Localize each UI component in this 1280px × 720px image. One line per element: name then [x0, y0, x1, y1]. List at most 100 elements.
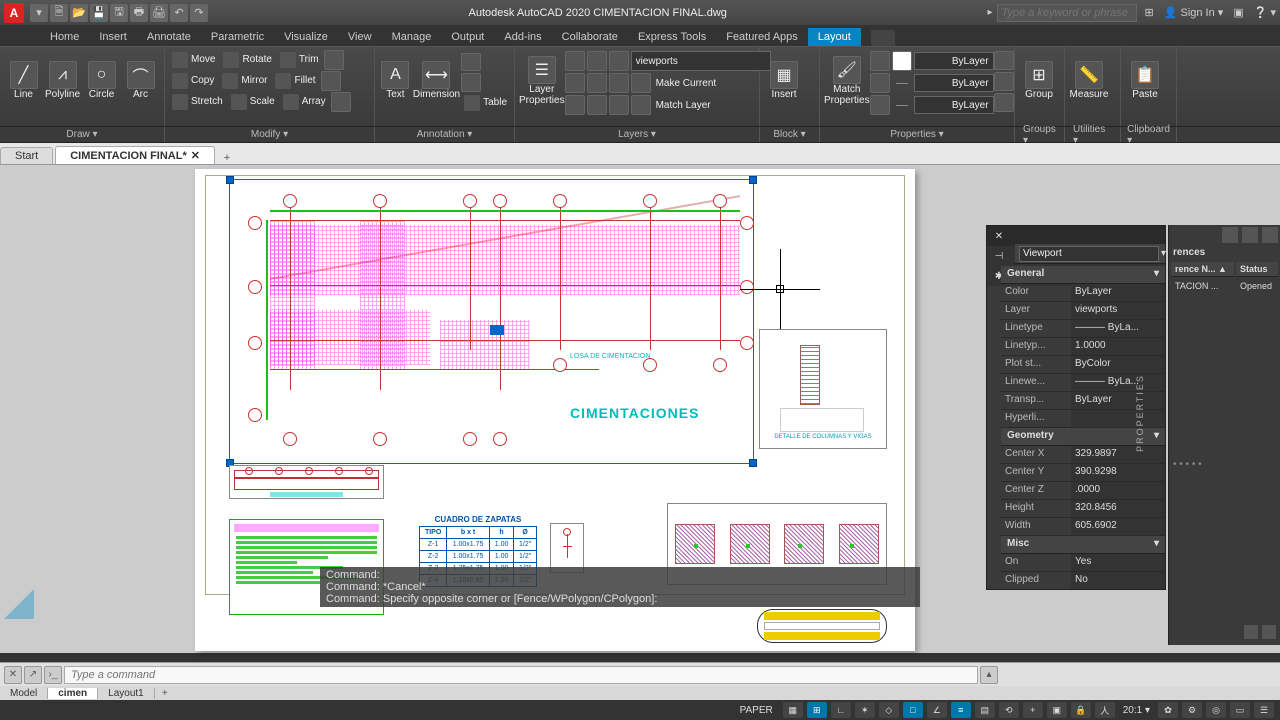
layer-lock-icon[interactable]: [609, 51, 629, 71]
otrack-toggle-icon[interactable]: ∠: [927, 702, 947, 718]
paste-button[interactable]: 📋Paste: [1125, 49, 1165, 112]
ortho-toggle-icon[interactable]: ∟: [831, 702, 851, 718]
add-layout-button[interactable]: +: [155, 688, 175, 699]
tab-view[interactable]: View: [338, 28, 382, 46]
cmd-recent-icon[interactable]: ↗: [24, 666, 42, 684]
new-icon[interactable]: 🗎: [50, 4, 68, 22]
tab-addins[interactable]: Add-ins: [494, 28, 551, 46]
layer-properties-button[interactable]: ☰Layer Properties: [519, 49, 565, 112]
external-references-palette[interactable]: rences rence N... ▲Status TACION ...Open…: [1168, 225, 1280, 645]
viewport-scale[interactable]: 20:1 ▾: [1119, 705, 1154, 716]
property-row[interactable]: Center Z.0000: [1001, 482, 1165, 500]
modify-ext3-icon[interactable]: [331, 92, 351, 112]
help-search-input[interactable]: [997, 4, 1137, 22]
color-bylayer-select[interactable]: ByLayer: [914, 52, 994, 70]
copy-button[interactable]: Copy: [169, 71, 217, 91]
color-white-icon[interactable]: [892, 51, 912, 71]
property-row[interactable]: OnYes: [1001, 554, 1165, 572]
leader-icon[interactable]: [461, 53, 481, 71]
tab-output[interactable]: Output: [441, 28, 494, 46]
tab-visualize[interactable]: Visualize: [274, 28, 338, 46]
undo-icon[interactable]: ↶: [170, 4, 188, 22]
prop-tool3-icon[interactable]: [994, 93, 1014, 112]
stretch-button[interactable]: Stretch: [169, 92, 226, 112]
tab-express[interactable]: Express Tools: [628, 28, 716, 46]
object-type-select[interactable]: [1019, 246, 1159, 262]
lweight-bylayer-select[interactable]: ByLayer: [914, 74, 994, 92]
save-icon[interactable]: 💾: [90, 4, 108, 22]
grip-br[interactable]: [749, 459, 757, 467]
tab-annotate[interactable]: Annotate: [137, 28, 201, 46]
tab-parametric[interactable]: Parametric: [201, 28, 274, 46]
close-file-icon[interactable]: ✕: [191, 149, 200, 162]
xref-refresh-icon[interactable]: [1242, 227, 1258, 243]
osnap-toggle-icon[interactable]: □: [903, 702, 923, 718]
property-row[interactable]: Layerviewports: [1001, 302, 1165, 320]
viewport-section[interactable]: [229, 465, 384, 499]
signin-button[interactable]: 👤 Sign In ▾: [1164, 6, 1224, 19]
prop-tool1-icon[interactable]: [994, 51, 1014, 70]
lwt-toggle-icon[interactable]: ≡: [951, 702, 971, 718]
property-row[interactable]: Center Y390.9298: [1001, 464, 1165, 482]
redo-icon[interactable]: ↷: [190, 4, 208, 22]
annoscale-icon[interactable]: 🔒: [1071, 702, 1091, 718]
laytool1-icon[interactable]: [565, 73, 585, 93]
exchange-icon[interactable]: ▣: [1233, 6, 1243, 19]
rotate-button[interactable]: Rotate: [220, 50, 274, 70]
property-row[interactable]: ColorByLayer: [1001, 284, 1165, 302]
tab-featured[interactable]: Featured Apps: [716, 28, 808, 46]
tab-insert[interactable]: Insert: [89, 28, 137, 46]
laytool8-icon[interactable]: [631, 95, 651, 115]
layer-select[interactable]: [631, 51, 771, 71]
cmd-expand-icon[interactable]: ▴: [980, 666, 998, 684]
file-tab-active[interactable]: CIMENTACION FINAL*✕: [55, 146, 215, 164]
file-tab-start[interactable]: Start: [0, 147, 53, 164]
help-icon[interactable]: ❔ ▾: [1254, 6, 1276, 19]
property-row[interactable]: Height320.8456: [1001, 500, 1165, 518]
property-row[interactable]: Plot st...ByColor: [1001, 356, 1165, 374]
laytool2-icon[interactable]: [587, 73, 607, 93]
xref-help-icon[interactable]: [1262, 227, 1278, 243]
fillet-button[interactable]: Fillet: [272, 71, 318, 91]
line-button[interactable]: ╱Line: [4, 49, 43, 112]
palette-close-icon[interactable]: ✕: [991, 231, 1007, 242]
layout1-tab[interactable]: Layout1: [98, 688, 155, 699]
color-swatch-icon[interactable]: [870, 51, 890, 71]
match-properties-button[interactable]: 🖌Match Properties: [824, 49, 870, 112]
laytool3-icon[interactable]: [609, 73, 629, 93]
group-button[interactable]: ⊞Group: [1019, 49, 1059, 112]
viewport-main-plan[interactable]: LOSA DE CIMENTACION CIMENTACIONES: [229, 179, 754, 464]
xref-attach-icon[interactable]: [1222, 227, 1238, 243]
annovisibility-icon[interactable]: 人: [1095, 702, 1115, 718]
transparency-toggle-icon[interactable]: ▤: [975, 702, 995, 718]
circle-button[interactable]: ○Circle: [82, 49, 121, 112]
tab-layout[interactable]: Layout: [808, 28, 861, 46]
tab-manage[interactable]: Manage: [382, 28, 442, 46]
ucs-icon[interactable]: [4, 579, 44, 619]
property-row[interactable]: Linetyp...1.0000: [1001, 338, 1165, 356]
text-button[interactable]: AText: [379, 49, 412, 112]
cat-general[interactable]: General▾: [1001, 266, 1165, 284]
isolate-icon[interactable]: ◎: [1206, 702, 1226, 718]
laytool6-icon[interactable]: [587, 95, 607, 115]
make-current-button[interactable]: Make Current: [653, 73, 720, 93]
grip-tr[interactable]: [749, 176, 757, 184]
viewport-column-detail[interactable]: DETALLE DE COLUMNAS Y VIGAS: [759, 329, 887, 449]
tab-collaborate[interactable]: Collaborate: [552, 28, 628, 46]
layout-cimen-tab[interactable]: cimen: [48, 688, 98, 699]
arc-button[interactable]: ⌒Arc: [121, 49, 160, 112]
move-button[interactable]: Move: [169, 50, 218, 70]
scale-button[interactable]: Scale: [228, 92, 278, 112]
open-icon[interactable]: 📂: [70, 4, 88, 22]
mleader-icon[interactable]: [461, 73, 481, 91]
xref-table[interactable]: rence N... ▲Status TACION ...Opened: [1169, 260, 1280, 295]
cycling-toggle-icon[interactable]: ⟲: [999, 702, 1019, 718]
cleanscreen-icon[interactable]: ▭: [1230, 702, 1250, 718]
palette-pin-icon[interactable]: ⊣: [991, 251, 1007, 262]
dimension-button[interactable]: ⟷Dimension: [412, 49, 461, 112]
print-icon[interactable]: 🖨: [150, 4, 168, 22]
command-input[interactable]: [64, 666, 978, 684]
layer-state-icon[interactable]: [565, 51, 585, 71]
ltype-bylayer-select[interactable]: ByLayer: [914, 96, 994, 114]
prop-tool2-icon[interactable]: [994, 72, 1014, 91]
